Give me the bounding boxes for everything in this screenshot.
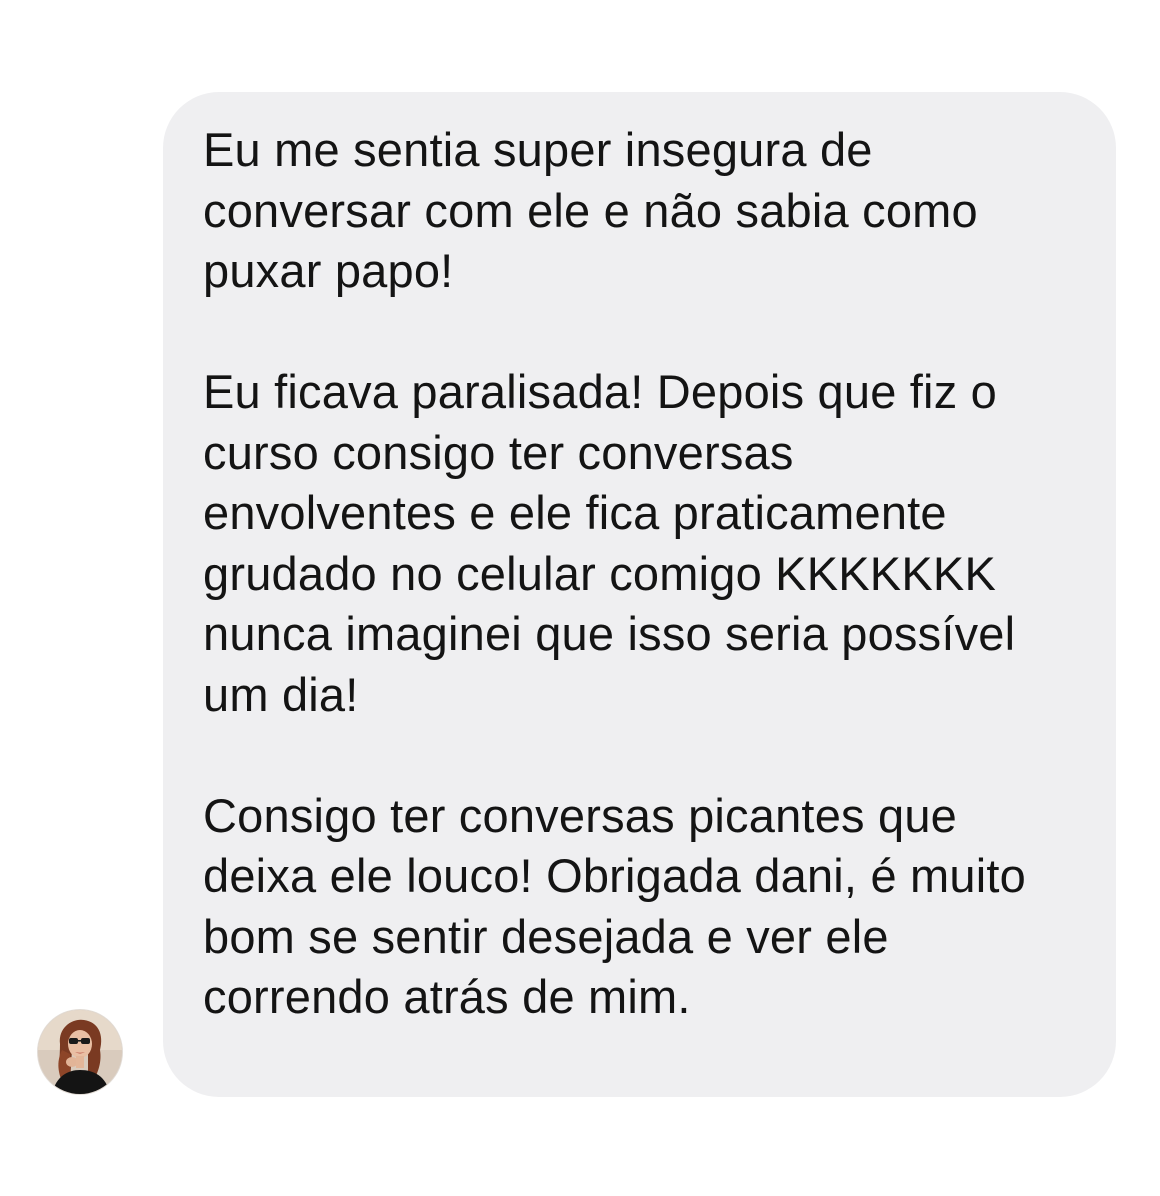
message-line: grudado no celular comigo KKKKKKK: [203, 546, 997, 600]
message-line: envolventes e ele fica praticamente: [203, 486, 947, 539]
message-bubble[interactable]: Eu me sentia super insegura de conversar…: [163, 92, 1116, 1097]
message-paragraph-2: Eu ficava paralisada! Depois que fiz o c…: [203, 362, 1076, 725]
message-line: conversar com ele e não sabia como: [203, 183, 978, 237]
message-line: deixa ele louco! Obrigada dani, é muito: [203, 849, 1026, 902]
message-line: um dia!: [203, 667, 359, 721]
message-line: bom se sentir desejada e ver ele: [203, 909, 889, 963]
message-paragraph-1: Eu me sentia super insegura de conversar…: [203, 120, 1076, 302]
message-line: Consigo ter conversas picantes que: [203, 788, 958, 842]
message-line: correndo atrás de mim.: [203, 970, 691, 1023]
message-line: puxar papo!: [203, 244, 454, 297]
avatar[interactable]: [38, 1010, 122, 1094]
message-line: curso consigo ter conversas: [203, 425, 794, 479]
message-line: nunca imaginei que isso seria possível: [203, 607, 1016, 660]
message-line: Eu me sentia super insegura de: [203, 123, 873, 176]
message-paragraph-3: Consigo ter conversas picantes que deixa…: [203, 786, 1076, 1028]
message-line: Eu ficava paralisada! Depois que fiz o: [203, 365, 998, 418]
user-photo-avatar-icon: [38, 1010, 122, 1094]
